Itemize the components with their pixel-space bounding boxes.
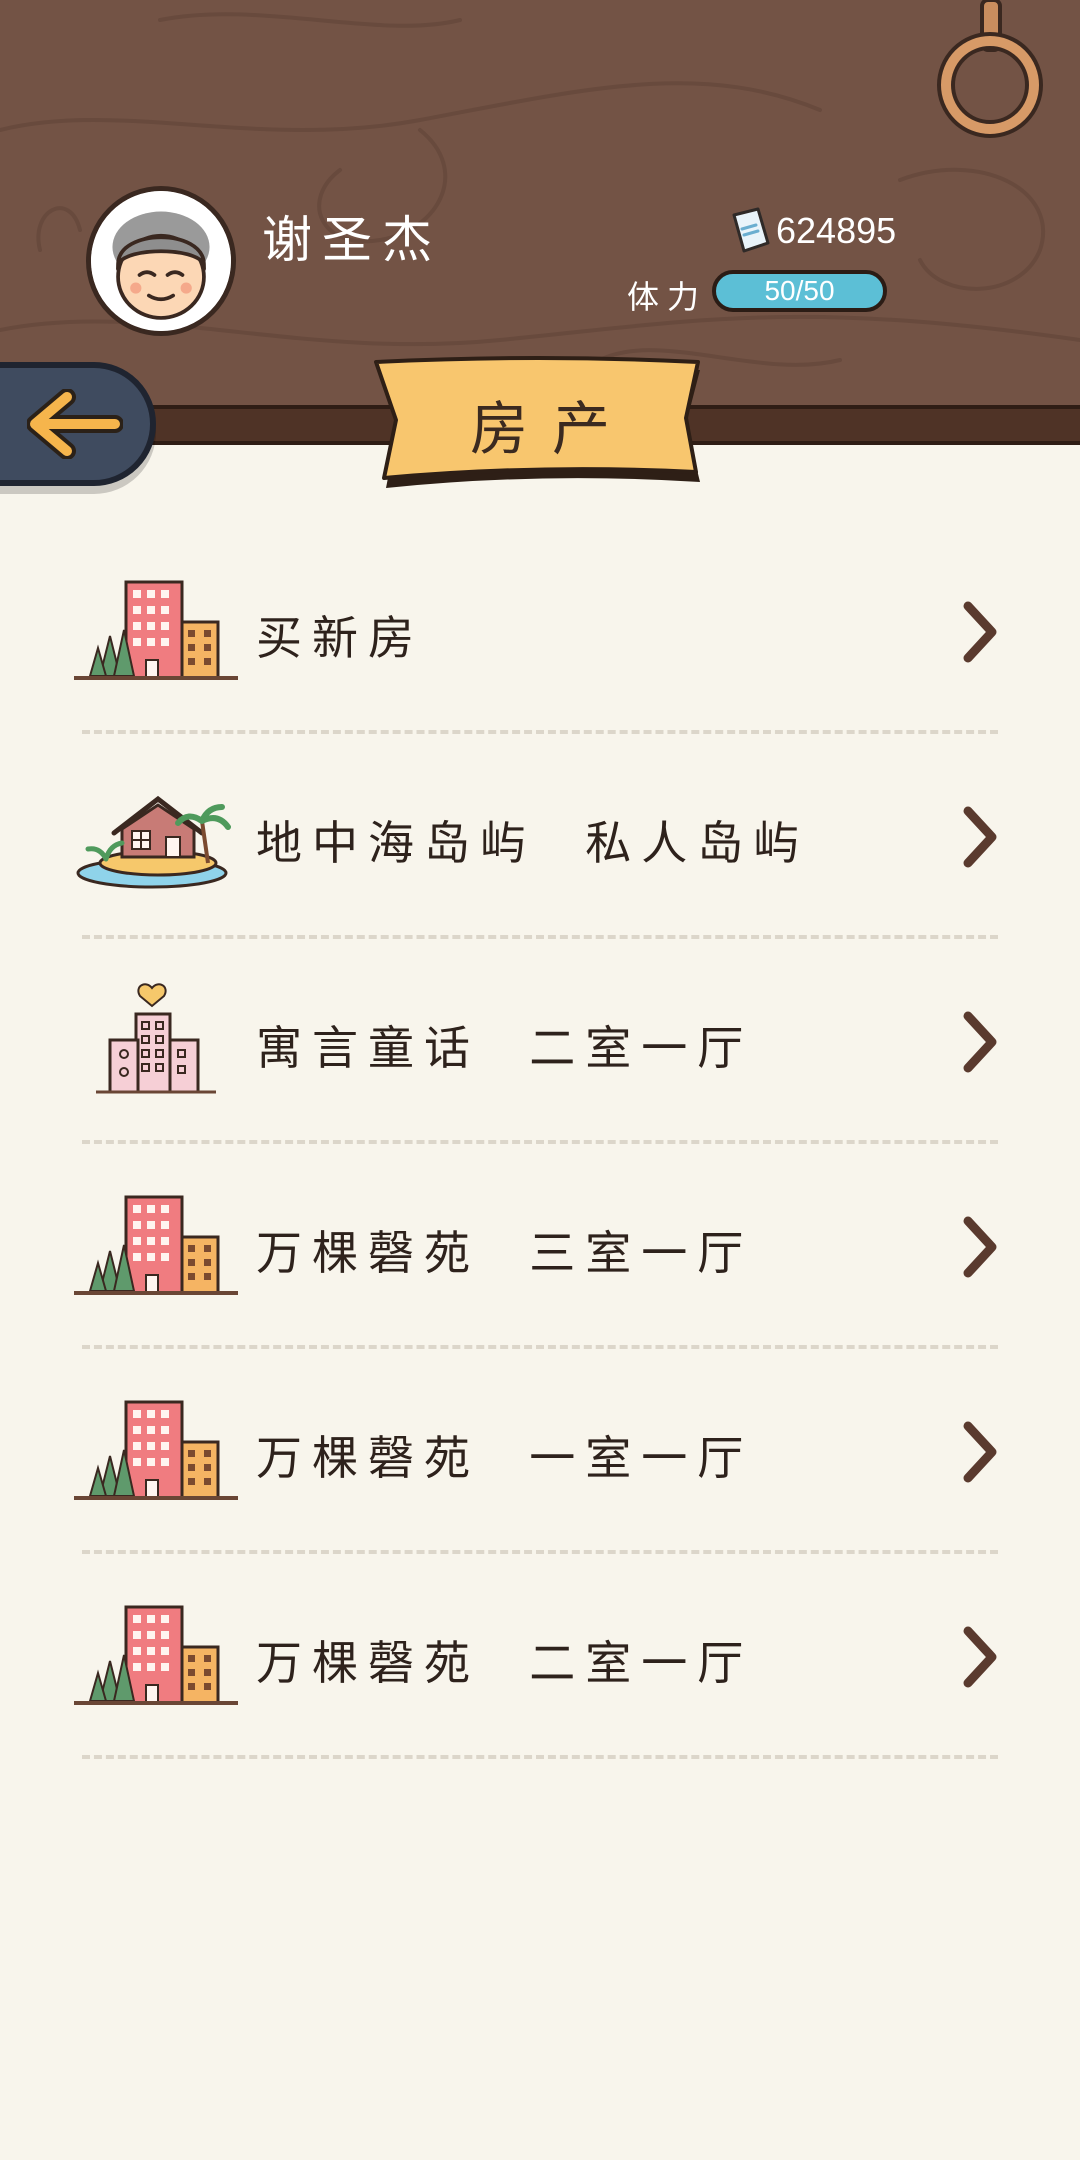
hanging-ring-icon	[937, 0, 1043, 138]
title-banner: 房产	[366, 354, 714, 494]
username: 谢圣杰	[262, 211, 442, 269]
pink-apartment-heart-icon	[96, 983, 216, 1094]
chevron-right-icon	[963, 1011, 997, 1073]
property-label: 万棵磬苑 三室一厅	[256, 1226, 754, 1280]
property-label: 万棵磬苑 二室一厅	[256, 1636, 754, 1690]
city-buildings-icon	[74, 1195, 238, 1295]
property-label: 买新房	[256, 611, 424, 665]
chevron-right-icon	[963, 1216, 997, 1278]
property-label: 地中海岛屿 私人岛屿	[256, 816, 810, 870]
property-label: 寓言童话 二室一厅	[256, 1021, 754, 1075]
stamina-label: 体力	[627, 278, 708, 316]
list-item[interactable]: 买新房	[0, 528, 1080, 734]
money-display: 624895	[728, 205, 896, 257]
avatar[interactable]	[86, 186, 236, 336]
money-value: 624895	[776, 210, 897, 251]
city-buildings-icon	[74, 1400, 238, 1500]
header-wood-panel: 谢圣杰 624895 体力 50/50	[0, 0, 1080, 405]
divider	[82, 1755, 998, 1759]
stamina-value: 50/50	[764, 275, 835, 306]
list-item[interactable]: 地中海岛屿 私人岛屿	[0, 733, 1080, 939]
property-list: 买新房 地中海岛屿 私人岛屿 寓言童话 二室一厅 万棵磬苑 三室一厅 万棵磬苑 …	[0, 528, 1080, 1759]
banknote-icon	[732, 207, 770, 253]
old-man-avatar-icon	[91, 191, 231, 331]
back-button[interactable]	[0, 362, 156, 486]
city-buildings-icon	[74, 1605, 238, 1705]
stamina-bar: 50/50	[712, 270, 887, 312]
list-item[interactable]: 万棵磬苑 三室一厅	[0, 1143, 1080, 1349]
list-item[interactable]: 寓言童话 二室一厅	[0, 938, 1080, 1144]
chevron-right-icon	[963, 806, 997, 868]
chevron-right-icon	[963, 1421, 997, 1483]
chevron-right-icon	[963, 1626, 997, 1688]
list-item[interactable]: 万棵磬苑 二室一厅	[0, 1553, 1080, 1759]
list-item[interactable]: 万棵磬苑 一室一厅	[0, 1348, 1080, 1554]
city-buildings-icon	[74, 580, 238, 680]
property-label: 万棵磬苑 一室一厅	[256, 1431, 754, 1485]
arrow-left-icon	[27, 389, 123, 459]
chevron-right-icon	[963, 601, 997, 663]
page-title: 房产	[469, 395, 634, 463]
property-screen: 谢圣杰 624895 体力 50/50 房产 买新房 地中海岛屿 私人岛屿 寓言…	[0, 0, 1080, 2160]
island-house-icon	[76, 795, 231, 889]
